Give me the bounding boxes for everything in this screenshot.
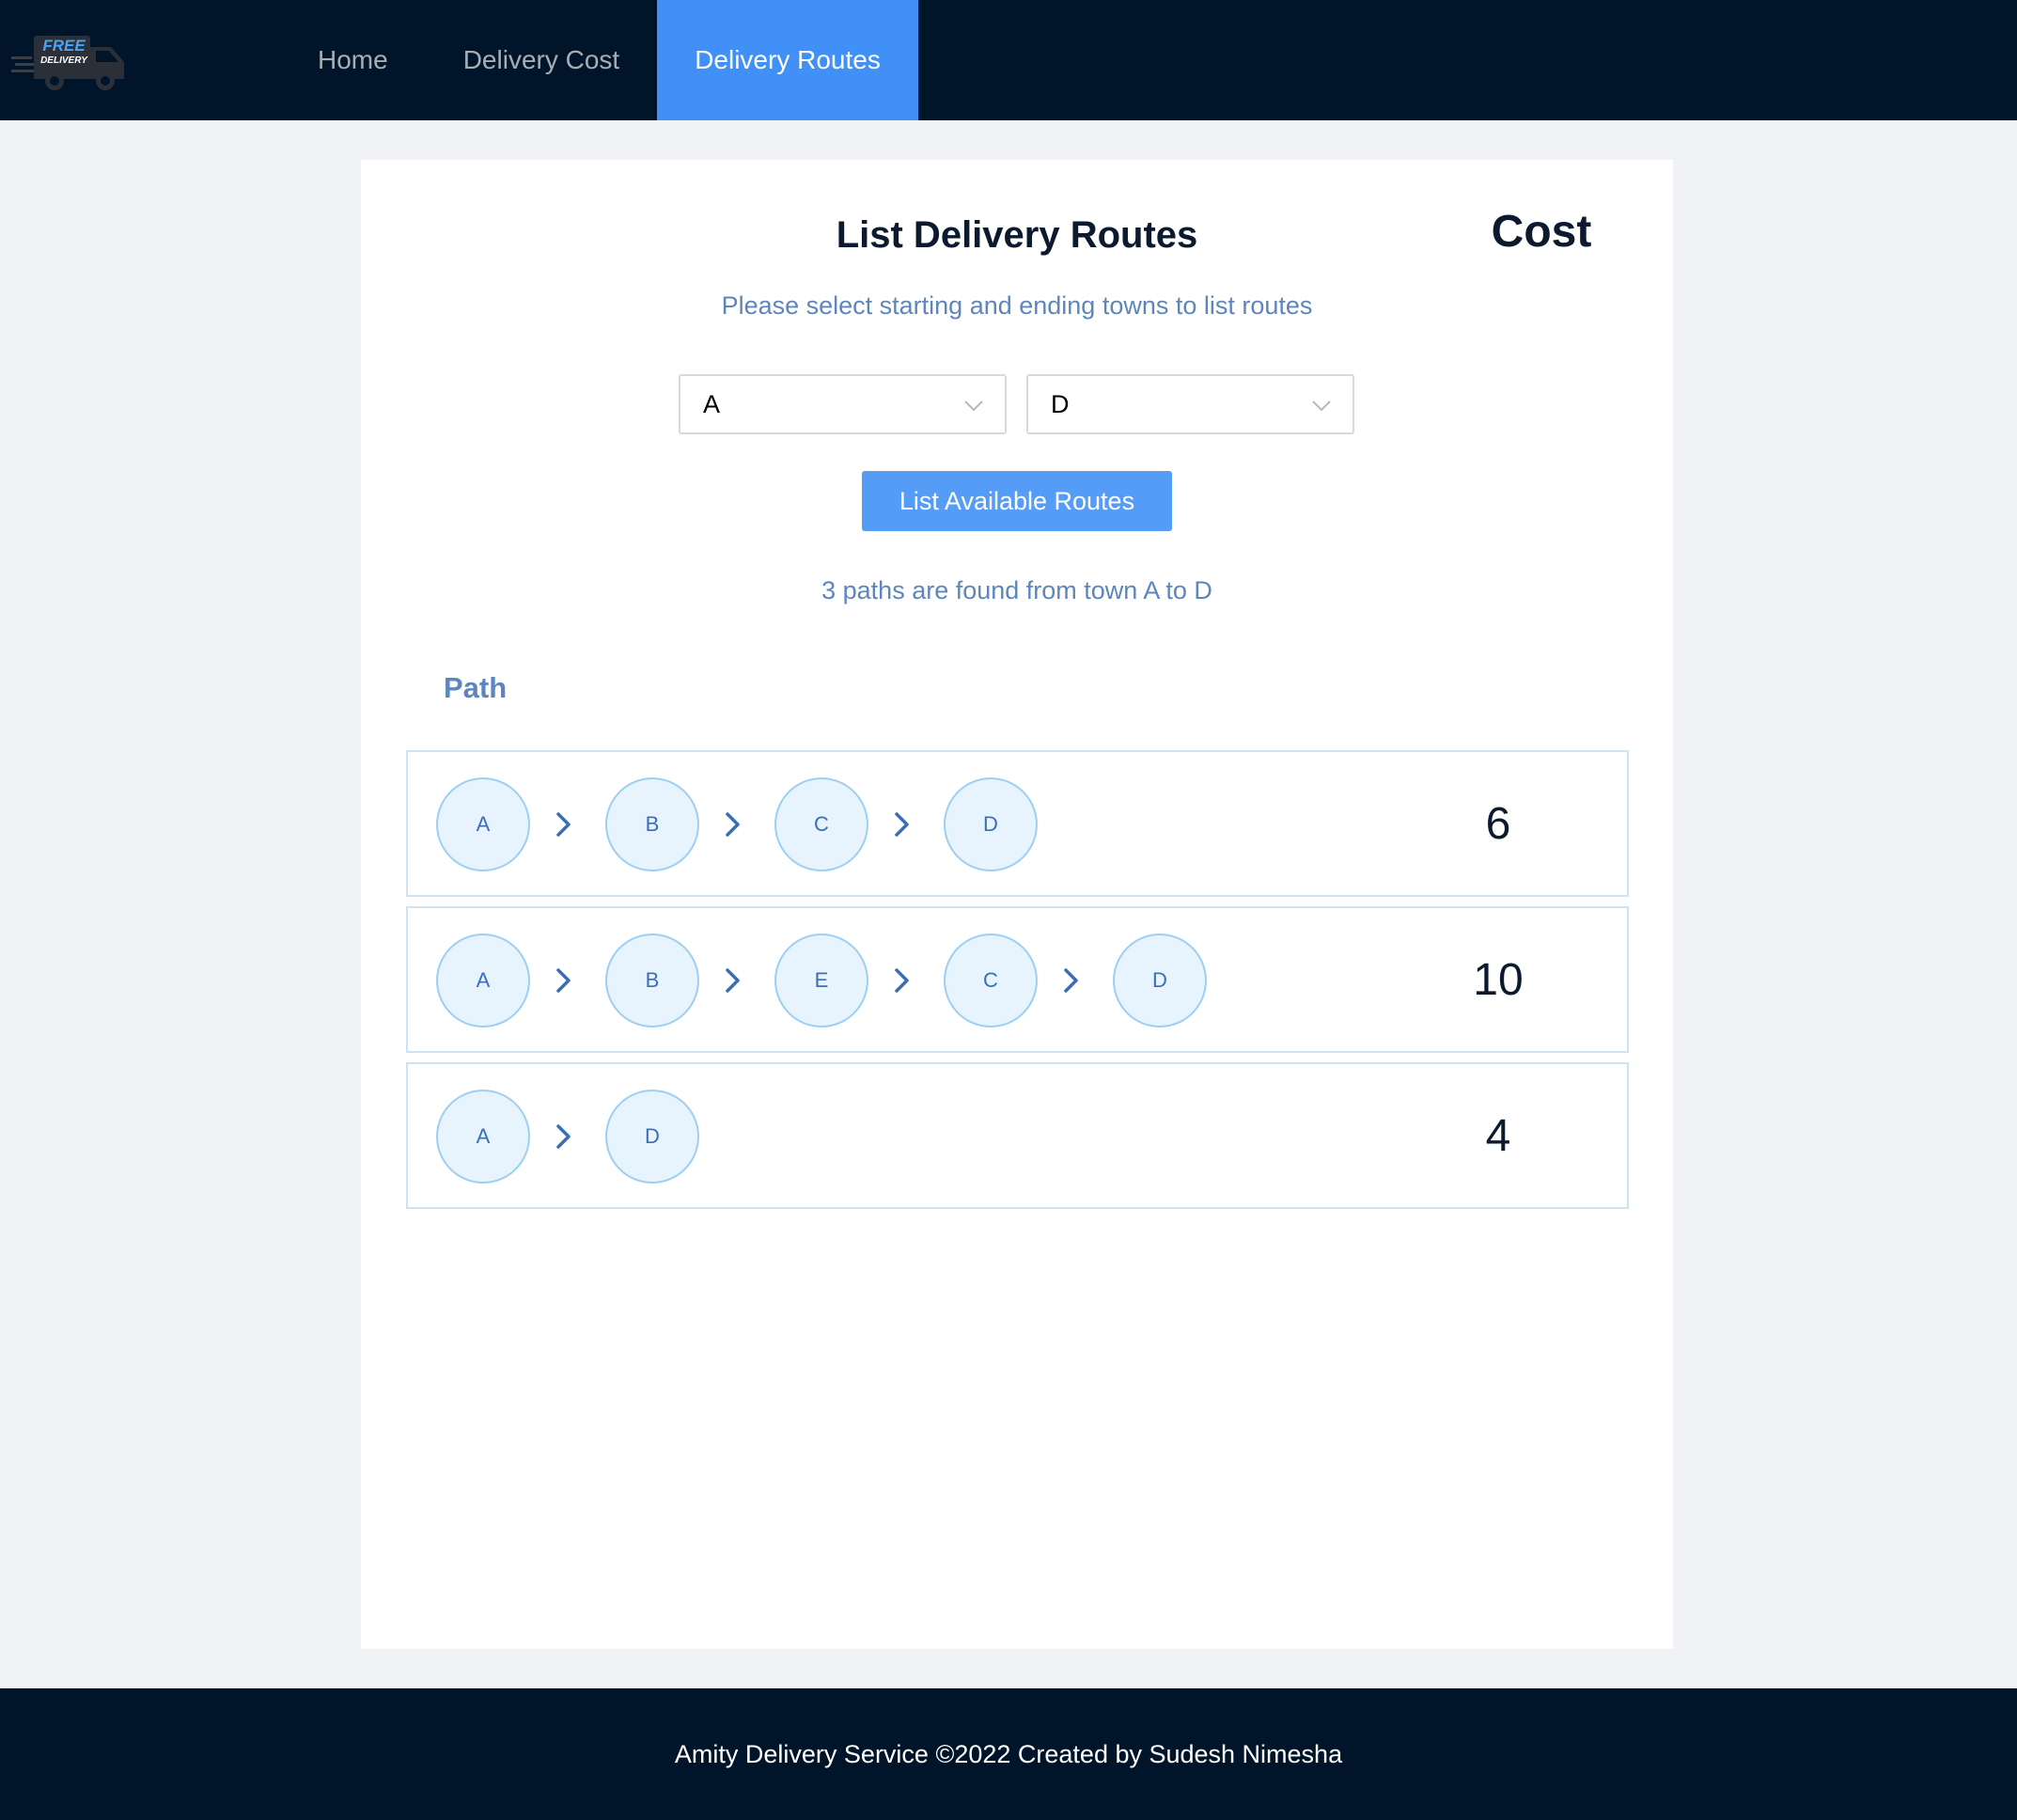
column-header-cost: Cost (1491, 206, 1592, 257)
footer-text: Amity Delivery Service ©2022 Created by … (674, 1739, 1343, 1768)
chevron-right-icon (895, 968, 909, 993)
footer: Amity Delivery Service ©2022 Created by … (0, 1688, 2017, 1820)
route-row: AD 4 (406, 1062, 1629, 1209)
town-node: A (436, 1090, 530, 1184)
chevron-right-icon (556, 968, 571, 993)
logo-text-delivery: DELIVERY (40, 55, 88, 66)
nav-delivery-routes[interactable]: Delivery Routes (657, 0, 918, 120)
page-title: List Delivery Routes (836, 214, 1198, 256)
chevron-right-icon (556, 812, 571, 837)
main-nav: Home Delivery Cost Delivery Routes (280, 0, 918, 120)
town-node: A (436, 934, 530, 1028)
chevron-right-icon (895, 812, 909, 837)
chevron-right-icon (726, 812, 740, 837)
town-node: A (436, 777, 530, 871)
instructions-text: Please select starting and ending towns … (721, 291, 1313, 320)
town-node: E (774, 934, 868, 1028)
result-summary: 3 paths are found from town A to D (821, 576, 1212, 604)
delivery-truck-logo[interactable]: FREE DELIVERY (9, 32, 132, 92)
town-node: D (1113, 934, 1207, 1028)
route-row: A B E C D 10 (406, 906, 1629, 1053)
town-node: D (605, 1090, 699, 1184)
end-town-select[interactable]: D (1026, 374, 1354, 434)
nav-delivery-cost[interactable]: Delivery Cost (426, 0, 657, 120)
list-routes-button[interactable]: List Available Routes (862, 471, 1172, 531)
chevron-right-icon (1064, 968, 1078, 993)
start-town-select[interactable]: A (679, 374, 1007, 434)
chevron-down-icon (964, 400, 983, 412)
logo-text-free: FREE (42, 37, 86, 55)
route-cost: 6 (1485, 798, 1511, 849)
town-node: B (605, 934, 699, 1028)
chevron-right-icon (726, 968, 740, 993)
top-navbar: FREE DELIVERY Home Delivery Cost Deliver… (0, 0, 2017, 120)
routes-card: List Delivery Routes Please select start… (361, 160, 1673, 1649)
town-node: C (774, 777, 868, 871)
town-node: B (605, 777, 699, 871)
nav-home[interactable]: Home (280, 0, 426, 120)
start-town-value: A (703, 389, 721, 418)
town-node: D (944, 777, 1038, 871)
town-node: C (944, 934, 1038, 1028)
chevron-down-icon (1312, 400, 1331, 412)
route-row: ABCD 6 (406, 750, 1629, 897)
chevron-right-icon (556, 1124, 571, 1149)
column-header-path: Path (444, 671, 508, 704)
route-cost: 4 (1485, 1110, 1511, 1161)
end-town-value: D (1051, 389, 1070, 418)
route-cost: 10 (1473, 954, 1524, 1005)
